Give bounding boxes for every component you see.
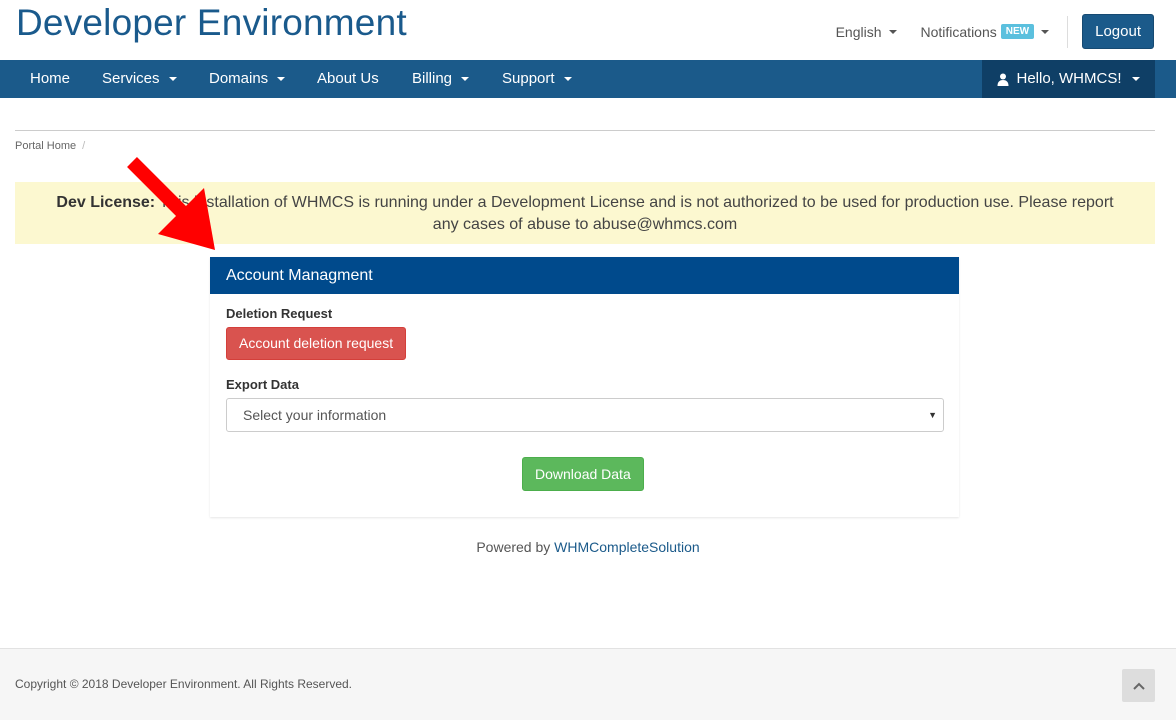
language-label: English: [835, 23, 882, 40]
language-dropdown[interactable]: English: [836, 24, 897, 40]
notifications-label: Notifications: [920, 23, 997, 40]
user-menu-label: Hello, WHMCS!: [1016, 70, 1122, 87]
deletion-request-label: Deletion Request: [226, 306, 333, 321]
caret-down-icon: [168, 77, 177, 82]
caret-down-icon: [888, 29, 897, 34]
caret-down-icon: [1131, 77, 1140, 81]
nav-item-about-us[interactable]: About Us: [317, 60, 379, 98]
user-menu-dropdown[interactable]: Hello, WHMCS!: [982, 60, 1155, 98]
site-title[interactable]: Developer Environment: [16, 2, 407, 44]
download-data-button[interactable]: Download Data: [522, 457, 644, 491]
export-data-label: Export Data: [226, 377, 299, 392]
nav-label: Support: [502, 70, 555, 87]
caret-down-icon: [1041, 29, 1050, 34]
breadcrumb-home[interactable]: Portal Home: [15, 140, 76, 152]
user-icon: [997, 73, 1009, 86]
divider: [15, 130, 1155, 131]
alert-text: This installation of WHMCS is running un…: [155, 194, 1114, 233]
nav-item-home[interactable]: Home: [30, 60, 70, 98]
panel-title: Account Managment: [210, 257, 959, 294]
caret-down-icon: [461, 77, 470, 82]
breadcrumb: Portal Home /: [15, 140, 85, 152]
nav-label: About Us: [317, 70, 379, 87]
main-navbar: Home Services Domains About Us Billing S…: [0, 60, 1176, 98]
powered-prefix: Powered by: [476, 539, 555, 555]
nav-item-services[interactable]: Services: [102, 60, 177, 98]
notifications-dropdown[interactable]: Notifications NEW: [921, 24, 1050, 40]
logout-button[interactable]: Logout: [1082, 14, 1154, 49]
select-value: Select your information: [243, 407, 387, 423]
account-management-panel: Account Managment Deletion Request Accou…: [210, 257, 959, 517]
nav-item-billing[interactable]: Billing: [412, 60, 470, 98]
nav-item-support[interactable]: Support: [502, 60, 572, 98]
footer: Copyright © 2018 Developer Environment. …: [0, 648, 1176, 720]
top-right-menu: English Notifications NEW Logout: [836, 14, 1154, 49]
select-arrow-icon: ▼: [928, 410, 937, 420]
nav-label: Billing: [412, 70, 453, 87]
back-to-top-button[interactable]: [1122, 669, 1155, 702]
powered-by: Powered by WHMCompleteSolution: [0, 539, 1176, 555]
nav-label: Domains: [209, 70, 269, 87]
notifications-badge: NEW: [1000, 24, 1035, 39]
red-arrow-annotation: [127, 157, 215, 250]
nav-label: Services: [102, 70, 160, 87]
nav-item-domains[interactable]: Domains: [209, 60, 286, 98]
caret-down-icon: [563, 77, 572, 82]
powered-by-link[interactable]: WHMCompleteSolution: [554, 539, 700, 555]
nav-label: Home: [30, 70, 71, 87]
caret-down-icon: [277, 77, 286, 82]
chevron-up-icon: [1132, 682, 1145, 690]
export-data-select[interactable]: Select your information ▼: [226, 398, 944, 432]
account-deletion-button[interactable]: Account deletion request: [226, 327, 407, 360]
breadcrumb-separator: /: [82, 140, 86, 152]
divider: [1067, 15, 1069, 48]
copyright-text: Copyright © 2018 Developer Environment. …: [15, 677, 353, 691]
